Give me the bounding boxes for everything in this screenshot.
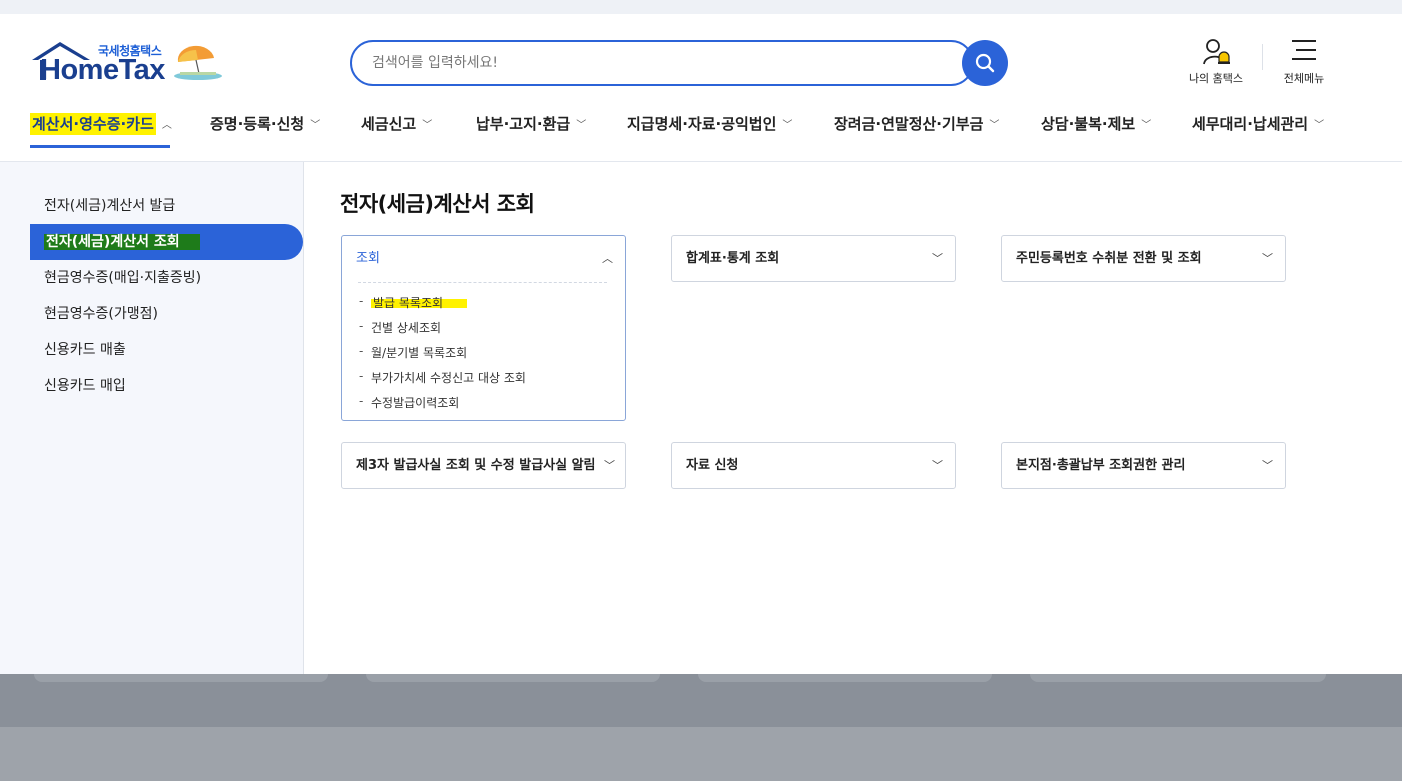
sidebar: 전자(세금)계산서 발급 전자(세금)계산서 조회 현금영수증(매입·지출증빙)…: [0, 162, 304, 674]
card-rrn-conversion-header[interactable]: 주민등록번호 수취분 전환 및 조회 ﹀: [1002, 236, 1285, 282]
chevron-down-icon: ﹀: [604, 459, 615, 472]
chevron-down-icon: ﹀: [782, 120, 793, 131]
link-monthly-list[interactable]: 월/분기별 목록조회: [358, 339, 607, 366]
gnb-label: 증명·등록·신청: [210, 115, 305, 133]
chevron-down-icon: ﹀: [932, 459, 943, 472]
chevron-up-icon: ︿: [602, 252, 613, 265]
gnb-item-certificate[interactable]: 증명·등록·신청 ﹀: [210, 110, 320, 162]
gnb-label: 장려금·연말정산·기부금: [834, 115, 984, 133]
chevron-down-icon: ﹀: [1314, 120, 1325, 131]
search-button[interactable]: [962, 40, 1008, 86]
card-inquiry: 조회 ︿ 발급 목록조회 건별 상세조회 월/분기별 목록조회 부가가치세 수정…: [341, 235, 626, 421]
background-card: [34, 674, 328, 682]
hometax-logo[interactable]: 국세청홈택스 HomeTax: [30, 40, 230, 90]
gnb-item-agent[interactable]: 세무대리·납세관리 ﹀: [1192, 110, 1324, 162]
chevron-down-icon: ﹀: [310, 120, 321, 131]
gnb-label: 세무대리·납세관리: [1192, 115, 1309, 133]
sidebar-item-cash-receipt-purchase[interactable]: 현금영수증(매입·지출증빙): [44, 260, 201, 296]
card-title: 자료 신청: [686, 458, 739, 473]
background-band: [0, 727, 1402, 781]
gnb-item-payment[interactable]: 납부·고지·환급 ﹀: [476, 110, 586, 162]
gnb-item-consult[interactable]: 상담·불복·제보 ﹀: [1041, 110, 1151, 162]
gnb-item-tax-report[interactable]: 세금신고 ﹀: [361, 110, 432, 162]
chevron-down-icon: ﹀: [1262, 459, 1273, 472]
header: 국세청홈택스 HomeTax 나의 홈택스: [0, 14, 1402, 162]
chevron-up-icon: ︿: [161, 120, 172, 131]
chevron-down-icon: ﹀: [1262, 252, 1273, 265]
card-title: 본지점·총괄납부 조회권한 관리: [1016, 458, 1186, 473]
link-label: 발급 목록조회: [371, 296, 468, 310]
chevron-down-icon: ﹀: [576, 120, 587, 131]
background-card: [1030, 674, 1326, 682]
user-bell-icon: [1203, 39, 1230, 65]
card-inquiry-header[interactable]: 조회 ︿: [342, 236, 625, 282]
utility-divider: [1262, 44, 1263, 70]
card-summary-stats: 합계표·통계 조회 ﹀: [671, 235, 956, 282]
gnb-label: 지급명세·자료·공익법인: [627, 115, 777, 133]
background-card: [366, 674, 660, 682]
search-bar: [350, 40, 1008, 86]
search-icon: [975, 53, 995, 73]
mega-menu-panel: 전자(세금)계산서 발급 전자(세금)계산서 조회 현금영수증(매입·지출증빙)…: [0, 162, 1402, 674]
umbrella-icon: [174, 45, 222, 80]
sidebar-item-invoice-issue[interactable]: 전자(세금)계산서 발급: [44, 188, 175, 224]
sidebar-item-cash-receipt-merchant[interactable]: 현금영수증(가맹점): [44, 296, 158, 332]
all-menu-label: 전체메뉴: [1283, 72, 1325, 85]
card-title: 제3자 발급사실 조회 및 수정 발급사실 알림: [356, 458, 596, 473]
link-issue-list[interactable]: 발급 목록조회: [358, 289, 607, 316]
background-card: [698, 674, 992, 682]
card-inquiry-list: 발급 목록조회 건별 상세조회 월/분기별 목록조회 부가가치세 수정신고 대상…: [358, 282, 607, 422]
gnb-active-underline: [30, 145, 170, 148]
my-hometax-button[interactable]: 나의 홈택스: [1176, 38, 1256, 88]
card-third-party-header[interactable]: 제3자 발급사실 조회 및 수정 발급사실 알림 ﹀: [342, 443, 625, 489]
dimmed-background: [0, 674, 1402, 781]
sidebar-item-card-sales[interactable]: 신용카드 매출: [44, 332, 126, 368]
gnb-item-statements[interactable]: 지급명세·자료·공익법인 ﹀: [627, 110, 792, 162]
chevron-down-icon: ﹀: [989, 120, 1000, 131]
page-title: 전자(세금)계산서 조회: [340, 192, 535, 216]
gnb-label: 상담·불복·제보: [1041, 115, 1136, 133]
card-title: 주민등록번호 수취분 전환 및 조회: [1016, 251, 1202, 266]
logo-title: HomeTax: [40, 54, 165, 86]
search-input[interactable]: [350, 40, 974, 86]
card-branch-permission: 본지점·총괄납부 조회권한 관리 ﹀: [1001, 442, 1286, 489]
gnb-item-incentive[interactable]: 장려금·연말정산·기부금 ﹀: [834, 110, 999, 162]
link-detail-inquiry[interactable]: 건별 상세조회: [358, 314, 607, 341]
card-rrn-conversion: 주민등록번호 수취분 전환 및 조회 ﹀: [1001, 235, 1286, 282]
link-amend-history[interactable]: 수정발급이력조회: [358, 389, 607, 416]
gnb-label: 세금신고: [361, 115, 417, 133]
link-vat-amend-target[interactable]: 부가가치세 수정신고 대상 조회: [358, 364, 607, 391]
all-menu-button[interactable]: 전체메뉴: [1264, 38, 1344, 88]
card-summary-stats-header[interactable]: 합계표·통계 조회 ﹀: [672, 236, 955, 282]
card-data-request: 자료 신청 ﹀: [671, 442, 956, 489]
card-third-party: 제3자 발급사실 조회 및 수정 발급사실 알림 ﹀: [341, 442, 626, 489]
hamburger-icon: [1292, 40, 1316, 60]
gnb-label: 계산서·영수증·카드: [30, 113, 156, 135]
sidebar-item-label: 전자(세금)계산서 조회: [44, 234, 200, 250]
chevron-down-icon: ﹀: [422, 120, 433, 131]
chevron-down-icon: ﹀: [932, 252, 943, 265]
card-title: 조회: [356, 251, 380, 266]
gnb-item-invoice[interactable]: 계산서·영수증·카드 ︿: [30, 110, 172, 162]
chevron-down-icon: ﹀: [1141, 120, 1152, 131]
top-strip: [0, 0, 1402, 14]
my-hometax-label: 나의 홈택스: [1188, 72, 1244, 85]
card-title: 합계표·통계 조회: [686, 251, 780, 266]
sidebar-item-invoice-inquiry[interactable]: 전자(세금)계산서 조회: [30, 224, 303, 260]
gnb-label: 납부·고지·환급: [476, 115, 571, 133]
card-data-request-header[interactable]: 자료 신청 ﹀: [672, 443, 955, 489]
global-nav: 계산서·영수증·카드 ︿ 증명·등록·신청 ﹀ 세금신고 ﹀ 납부·고지·환급 ﹀ 지급…: [0, 110, 1402, 162]
sidebar-item-card-purchase[interactable]: 신용카드 매입: [44, 368, 126, 404]
card-branch-permission-header[interactable]: 본지점·총괄납부 조회권한 관리 ﹀: [1002, 443, 1285, 489]
